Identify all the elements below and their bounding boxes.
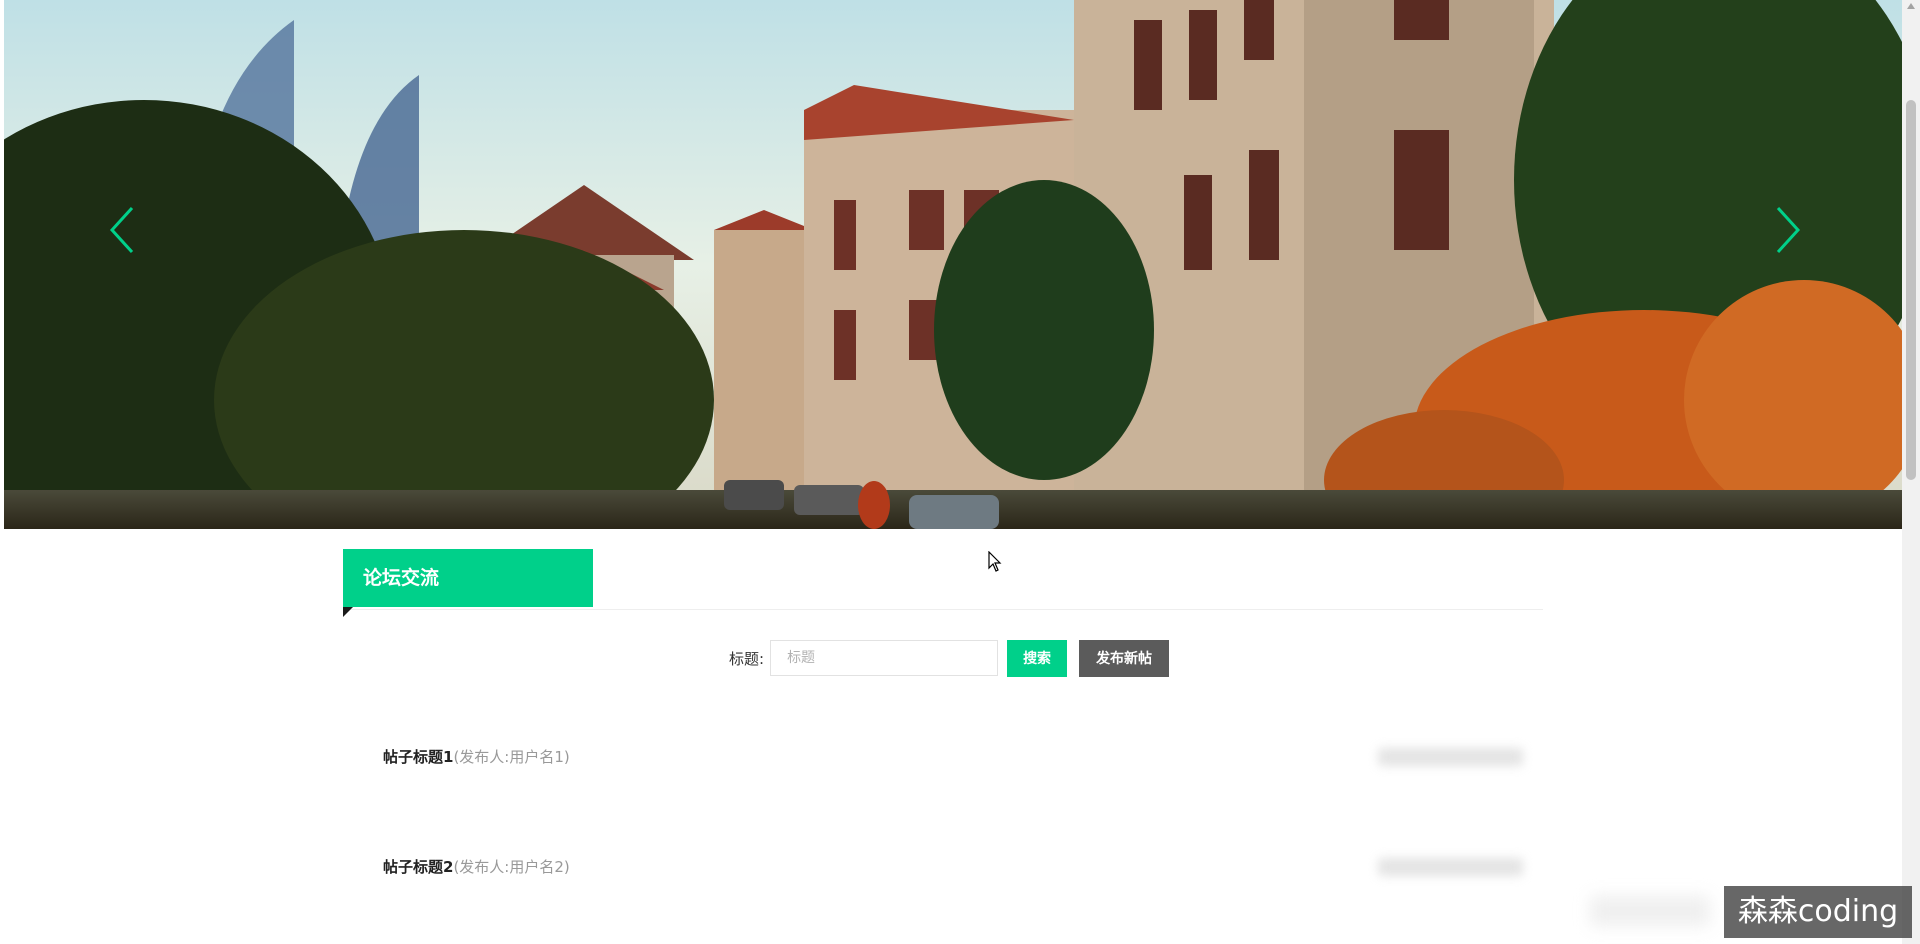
carousel-next-button[interactable] [1766, 200, 1806, 260]
post-author: (发布人:用户名2) [453, 858, 570, 876]
scrollbar-thumb[interactable] [1906, 100, 1916, 480]
banner-carousel [4, 0, 1902, 529]
mouse-cursor-icon [988, 551, 1002, 572]
post-date-blurred [1378, 858, 1523, 876]
search-button[interactable]: 搜索 [1007, 639, 1068, 677]
post-author: (发布人:用户名1) [453, 748, 570, 766]
post-item[interactable]: 帖子标题1(发布人:用户名1) [383, 740, 1523, 850]
scroll-up-icon[interactable] [1907, 3, 1915, 9]
banner-image [4, 0, 1902, 529]
title-search-input[interactable] [770, 640, 999, 676]
chevron-right-icon [1776, 206, 1801, 254]
carousel-prev-button[interactable] [104, 200, 144, 260]
post-item[interactable]: 帖子标题2(发布人:用户名2) [383, 850, 1523, 944]
post-date-blurred [1378, 748, 1523, 766]
watermark-label: 森森coding [1724, 886, 1912, 938]
section-tab-fold [343, 607, 353, 617]
blurred-footer-fragment [1590, 896, 1710, 926]
post-title[interactable]: 帖子标题1 [383, 748, 453, 766]
post-list: 帖子标题1(发布人:用户名1) 帖子标题2(发布人:用户名2) [383, 740, 1523, 944]
forum-page: 论坛交流 标题: 搜索 发布新帖 帖子标题1(发布人:用户名1) 帖子标题2(发… [0, 0, 1920, 944]
section-title: 论坛交流 [343, 549, 593, 607]
search-bar: 标题: 搜索 发布新帖 [729, 639, 1170, 677]
section-header: 论坛交流 [343, 549, 1543, 617]
search-label: 标题: [729, 649, 765, 668]
new-post-button[interactable]: 发布新帖 [1079, 639, 1170, 677]
chevron-left-icon [109, 206, 134, 254]
page-scrollbar[interactable] [1902, 0, 1920, 944]
post-title[interactable]: 帖子标题2 [383, 858, 453, 876]
